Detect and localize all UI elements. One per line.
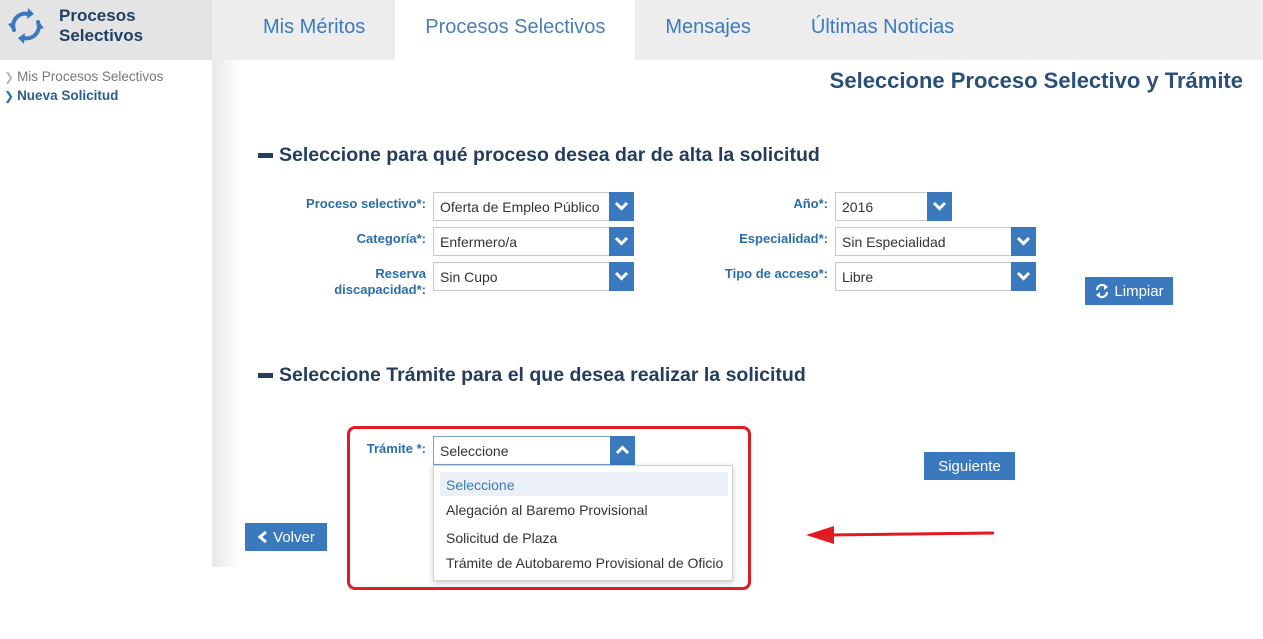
tab-mis-meritos[interactable]: Mis Méritos xyxy=(212,0,395,60)
siguiente-button[interactable]: Siguiente xyxy=(924,452,1015,480)
sidebar-item-mis-procesos[interactable]: ❯ Mis Procesos Selectivos xyxy=(4,69,163,84)
categoria-select[interactable]: Enfermero/a xyxy=(433,227,634,256)
collapse-dash-icon xyxy=(258,153,273,158)
refresh-logo-icon xyxy=(8,8,44,44)
acceso-select[interactable]: Libre xyxy=(835,262,1036,291)
button-label: Limpiar xyxy=(1114,282,1164,300)
limpiar-button[interactable]: Limpiar xyxy=(1085,277,1173,305)
categoria-label: Categoría*: xyxy=(266,231,426,247)
required-mark: *: xyxy=(818,266,828,281)
chevron-down-icon[interactable] xyxy=(927,192,952,221)
section-title-text: Seleccione Trámite para el que desea rea… xyxy=(279,364,806,386)
chevron-left-icon xyxy=(257,530,268,544)
button-label: Volver xyxy=(273,528,315,546)
select-value: Enfermero/a xyxy=(440,234,518,250)
select-value: 2016 xyxy=(842,199,874,215)
especialidad-select[interactable]: Sin Especialidad xyxy=(835,227,1036,256)
required-mark: *: xyxy=(818,196,828,211)
chevron-down-icon[interactable] xyxy=(609,262,634,291)
required-mark: *: xyxy=(416,231,426,246)
brand-title-line2: Selectivos xyxy=(59,26,144,45)
brand-title-line1: Procesos xyxy=(59,6,136,25)
select-value: Sin Cupo xyxy=(440,269,498,285)
section-title-text: Seleccione para qué proceso desea dar de… xyxy=(279,144,820,166)
brand-title: Procesos Selectivos xyxy=(59,6,143,46)
select-value: Oferta de Empleo Público xyxy=(440,199,600,215)
label-text: discapacidad xyxy=(334,282,417,297)
label-text: Año xyxy=(793,196,819,211)
acceso-label: Tipo de acceso*: xyxy=(668,266,828,282)
chevron-down-icon[interactable] xyxy=(609,192,634,221)
chevron-right-icon: ❯ xyxy=(4,69,15,84)
label-text: Especialidad xyxy=(739,231,819,246)
chevron-right-icon: ❯ xyxy=(4,88,15,103)
label-text: Reserva xyxy=(375,266,426,281)
required-mark: *: xyxy=(416,282,426,297)
chevron-down-icon[interactable] xyxy=(1011,227,1036,256)
proceso-select[interactable]: Oferta de Empleo Público xyxy=(433,192,634,221)
main-nav: Mis Méritos Procesos Selectivos Mensajes… xyxy=(212,0,984,60)
anio-select[interactable]: 2016 xyxy=(835,192,952,221)
select-value: Sin Especialidad xyxy=(842,234,946,250)
chevron-down-icon[interactable] xyxy=(1011,262,1036,291)
select-value: Libre xyxy=(842,269,874,285)
sidebar-item-label: Nueva Solicitud xyxy=(17,88,119,103)
label-text: Proceso selectivo xyxy=(306,196,417,211)
sidebar xyxy=(0,60,212,567)
tab-mensajes[interactable]: Mensajes xyxy=(635,0,781,60)
brand: Procesos Selectivos xyxy=(0,0,212,60)
page-title: Seleccione Proceso Selectivo y Trámite xyxy=(829,68,1243,93)
red-highlight-box xyxy=(347,426,751,590)
reserva-select[interactable]: Sin Cupo xyxy=(433,262,634,291)
refresh-icon xyxy=(1096,283,1109,299)
reserva-label: Reserva discapacidad*: xyxy=(266,266,426,298)
button-label: Siguiente xyxy=(938,457,1001,475)
tab-procesos-selectivos[interactable]: Procesos Selectivos xyxy=(395,0,636,60)
volver-button[interactable]: Volver xyxy=(245,523,327,551)
anio-label: Año*: xyxy=(668,196,828,212)
sidebar-item-label: Mis Procesos Selectivos xyxy=(17,69,164,84)
sidebar-shadow xyxy=(212,60,242,567)
label-text: Tipo de acceso xyxy=(724,266,819,281)
required-mark: *: xyxy=(416,196,426,211)
sidebar-item-nueva-solicitud[interactable]: ❯ Nueva Solicitud xyxy=(4,88,118,103)
especialidad-label: Especialidad*: xyxy=(668,231,828,247)
chevron-down-icon[interactable] xyxy=(609,227,634,256)
red-arrow-icon xyxy=(806,526,995,544)
label-text: Categoría xyxy=(356,231,417,246)
section-proceso-title[interactable]: Seleccione para qué proceso desea dar de… xyxy=(258,144,820,167)
proceso-label: Proceso selectivo*: xyxy=(266,196,426,212)
collapse-dash-icon xyxy=(258,373,273,378)
section-tramite-title[interactable]: Seleccione Trámite para el que desea rea… xyxy=(258,364,806,387)
required-mark: *: xyxy=(818,231,828,246)
tab-ultimas-noticias[interactable]: Últimas Noticias xyxy=(781,0,984,60)
